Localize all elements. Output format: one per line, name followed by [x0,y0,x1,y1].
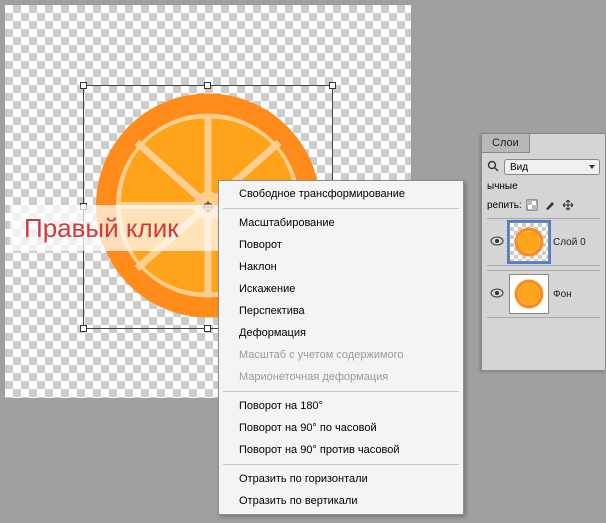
layers-panel: Слои Вид ычные репить: [481,133,606,371]
menu-item[interactable]: Поворот на 180° [221,395,461,417]
lock-label-fragment: репить: [487,200,522,211]
blend-mode-fragment: ычные [487,181,518,192]
layer-thumbnail[interactable] [509,274,549,314]
layer-list: Слой 0 Фон [487,218,600,318]
layer-name: Слой 0 [553,237,586,248]
annotation-label: Правый клик [10,205,220,251]
move-lock-icon[interactable] [561,198,575,212]
layer-item[interactable]: Слой 0 [487,218,600,266]
search-icon [487,160,501,174]
menu-item[interactable]: Поворот на 90° по часовой [221,417,461,439]
menu-item[interactable]: Отразить по вертикали [221,490,461,512]
menu-item[interactable]: Отразить по горизонтали [221,468,461,490]
menu-separator [223,391,459,392]
menu-item[interactable]: Искажение [221,278,461,300]
brush-icon[interactable] [543,198,557,212]
layers-tab[interactable]: Слои [482,134,530,153]
eye-icon[interactable] [489,235,505,249]
menu-item[interactable]: Поворот на 90° против часовой [221,439,461,461]
menu-item[interactable]: Поворот [221,234,461,256]
eye-icon[interactable] [489,287,505,301]
handle-top-middle[interactable] [204,82,211,89]
layer-thumbnail[interactable] [509,222,549,262]
menu-item: Масштаб с учетом содержимого [221,344,461,366]
layer-item[interactable]: Фон [487,270,600,318]
handle-top-right[interactable] [329,82,336,89]
handle-bottom-left[interactable] [80,325,87,332]
menu-item[interactable]: Наклон [221,256,461,278]
lock-transparency-icon[interactable] [525,198,539,212]
handle-bottom-middle[interactable] [204,325,211,332]
context-menu: Свободное трансформирование Масштабирован… [218,180,464,515]
layer-filter-select[interactable]: Вид [504,159,600,175]
layer-filter-value: Вид [510,162,528,173]
menu-item[interactable]: Перспектива [221,300,461,322]
layer-name: Фон [553,289,572,300]
menu-item[interactable]: Свободное трансформирование [221,183,461,205]
menu-separator [223,208,459,209]
menu-item: Марионеточная деформация [221,366,461,388]
menu-item[interactable]: Масштабирование [221,212,461,234]
menu-separator [223,464,459,465]
handle-top-left[interactable] [80,82,87,89]
menu-item[interactable]: Деформация [221,322,461,344]
